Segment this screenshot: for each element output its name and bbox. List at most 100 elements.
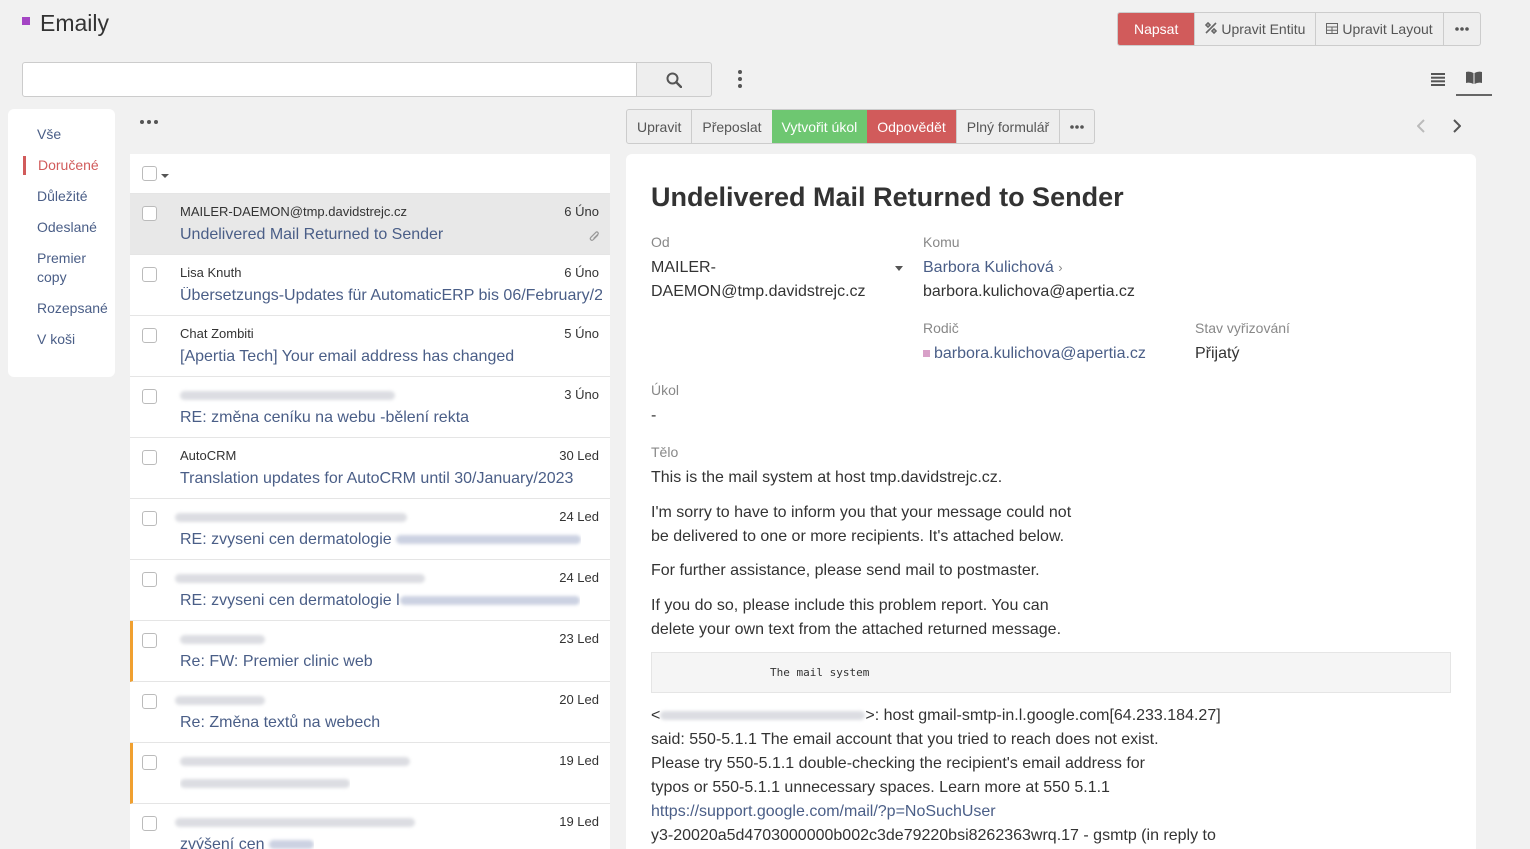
compose-button[interactable]: Napsat [1118, 13, 1195, 45]
row-checkbox[interactable] [142, 511, 157, 526]
more-actions-button[interactable] [1442, 13, 1480, 45]
email-date: 20 Led [559, 692, 599, 707]
body-paragraph: This is the mail system at host tmp.davi… [651, 469, 1003, 486]
support-link[interactable]: https://support.google.com/mail/?p=NoSuc… [651, 800, 1221, 824]
folder-inbox[interactable]: Doručené [23, 156, 115, 175]
email-subject-redacted[interactable] [180, 775, 350, 793]
edit-button[interactable]: Upravit [627, 110, 691, 143]
edit-entity-button[interactable]: Upravit Entitu [1194, 13, 1315, 45]
email-subject[interactable]: Undelivered Mail Returned to Sender [180, 226, 443, 244]
email-subject[interactable]: RE: změna ceníku na webu -bělení rekta [180, 409, 469, 427]
email-date: 3 Úno [564, 387, 599, 402]
email-subject[interactable]: Übersetzungs-Updates für AutomaticERP bi… [180, 287, 602, 305]
email-sender-redacted [180, 631, 265, 646]
row-checkbox[interactable] [142, 694, 157, 709]
email-sender: Chat Zombiti [180, 326, 254, 341]
body-paragraph: For further assistance, please send mail… [651, 562, 1040, 579]
body-text-fragment: >: host gmail-smtp-in.l.google.com[64.23… [865, 707, 1221, 724]
row-checkbox[interactable] [142, 572, 157, 587]
edit-layout-button[interactable]: Upravit Layout [1315, 13, 1442, 45]
email-row[interactable]: 24 Led RE: zvyseni cen dermatologie l [130, 560, 610, 621]
folder-sent[interactable]: Odeslané [8, 218, 115, 237]
email-subject[interactable]: RE: zvyseni cen dermatologie l [180, 592, 580, 610]
row-checkbox[interactable] [142, 755, 157, 770]
row-checkbox[interactable] [142, 389, 157, 404]
search-button[interactable] [637, 62, 712, 97]
row-checkbox[interactable] [142, 450, 157, 465]
email-row[interactable]: 19 Led [130, 743, 610, 804]
detail-action-bar: Upravit Přeposlat Vytvořit úkol Odpovědě… [626, 109, 1096, 144]
folder-trash[interactable]: V koši [8, 330, 115, 349]
status-value: Přijatý [1195, 345, 1240, 362]
chevron-left-icon [1417, 119, 1425, 133]
create-task-button[interactable]: Vytvořit úkol [771, 110, 868, 143]
email-date: 19 Led [559, 753, 599, 768]
body-line: said: 550-5.1.1 The email account that y… [651, 731, 1159, 748]
email-row[interactable]: Chat Zombiti 5 Úno [Apertia Tech] Your e… [130, 316, 610, 377]
list-view-button[interactable] [1420, 62, 1456, 96]
email-row[interactable]: AutoCRM 30 Led Translation updates for A… [130, 438, 610, 499]
parent-value: barbora.kulichova@apertia.cz [923, 342, 1146, 366]
email-row[interactable]: Lisa Knuth 6 Úno Übersetzungs-Updates fü… [130, 255, 610, 316]
preformatted-block: The mail system [651, 652, 1451, 693]
wrench-icon [1205, 21, 1218, 37]
record-navigation [1412, 114, 1466, 138]
list-actions-button[interactable] [140, 120, 158, 124]
email-subject[interactable]: Translation updates for AutoCRM until 30… [180, 470, 573, 488]
body-line: typos or 550-5.1.1 unnecessary spaces. L… [651, 779, 1110, 796]
body-line: be delivered to one or more recipients. … [651, 528, 1065, 545]
email-row[interactable]: 20 Led Re: Změna textů na webech [130, 682, 610, 743]
email-subject-heading: Undelivered Mail Returned to Sender [651, 182, 1124, 212]
folder-premier-copy[interactable]: Premier copy [8, 249, 98, 287]
body-line: < >: host gmail-smtp-in.l.google.com[64.2… [651, 704, 1221, 728]
search-input[interactable] [22, 62, 637, 97]
next-record-button[interactable] [1448, 114, 1466, 138]
chevron-right-icon [1453, 119, 1461, 133]
email-sender: AutoCRM [180, 448, 237, 463]
to-name-link[interactable]: Barbora Kulichová [923, 259, 1054, 276]
row-checkbox[interactable] [142, 633, 157, 648]
email-row[interactable]: 3 Úno RE: změna ceníku na webu -bělení r… [130, 377, 610, 438]
folder-drafts[interactable]: Rozepsané [8, 299, 115, 318]
email-subject[interactable]: Re: Změna textů na webech [180, 714, 380, 732]
filter-menu-button[interactable] [733, 68, 747, 90]
email-sender: MAILER-DAEMON@tmp.davidstrejc.cz [180, 204, 408, 219]
detail-more-button[interactable] [1059, 110, 1094, 143]
folder-important[interactable]: Důležité [8, 187, 115, 206]
split-view-button[interactable] [1456, 62, 1492, 96]
email-date: 24 Led [559, 509, 599, 524]
from-dropdown-caret-icon[interactable] [895, 266, 903, 271]
folder-all[interactable]: Vše [8, 125, 115, 144]
email-row[interactable]: 23 Led Re: FW: Premier clinic web [130, 621, 610, 682]
previous-record-button[interactable] [1412, 114, 1430, 138]
row-checkbox[interactable] [142, 816, 157, 831]
email-sender-redacted [175, 570, 425, 585]
email-subject[interactable]: [Apertia Tech] Your email address has ch… [180, 348, 514, 366]
body-line: Please try 550-5.1.1 double-checking the… [651, 755, 1145, 772]
book-open-icon [1466, 71, 1482, 84]
parent-link[interactable]: barbora.kulichova@apertia.cz [934, 345, 1146, 362]
email-row[interactable]: MAILER-DAEMON@tmp.davidstrejc.cz 6 Úno U… [130, 194, 610, 255]
to-value: Barbora Kulichová › barbora.kulichova@ap… [923, 256, 1135, 304]
email-sender-redacted [175, 509, 407, 524]
caret-down-icon[interactable] [161, 173, 169, 178]
folder-sidebar: Vše Doručené Důležité Odeslané Premier c… [8, 109, 115, 377]
row-checkbox[interactable] [142, 206, 157, 221]
row-checkbox[interactable] [142, 328, 157, 343]
select-all-checkbox[interactable] [142, 166, 157, 181]
body-paragraph: If you do so, please include this proble… [651, 594, 1061, 642]
email-row[interactable]: 19 Led zvýšení cen [130, 804, 610, 849]
email-subject-text: RE: zvyseni cen dermatologie l [180, 592, 400, 609]
row-checkbox[interactable] [142, 267, 157, 282]
email-subject[interactable]: RE: zvyseni cen dermatologie [180, 531, 582, 549]
body-line: I'm sorry to have to inform you that you… [651, 504, 1072, 521]
email-subject[interactable]: zvýšení cen [180, 836, 314, 849]
full-form-button[interactable]: Plný formulář [955, 110, 1059, 143]
email-row[interactable]: 24 Led RE: zvyseni cen dermatologie [130, 499, 610, 560]
email-date: 6 Úno [564, 204, 599, 219]
from-label: Od [651, 234, 670, 250]
reply-button[interactable]: Odpovědět [867, 110, 956, 143]
forward-button[interactable]: Přeposlat [691, 110, 771, 143]
email-sender-redacted [180, 387, 395, 402]
email-subject[interactable]: Re: FW: Premier clinic web [180, 653, 373, 671]
